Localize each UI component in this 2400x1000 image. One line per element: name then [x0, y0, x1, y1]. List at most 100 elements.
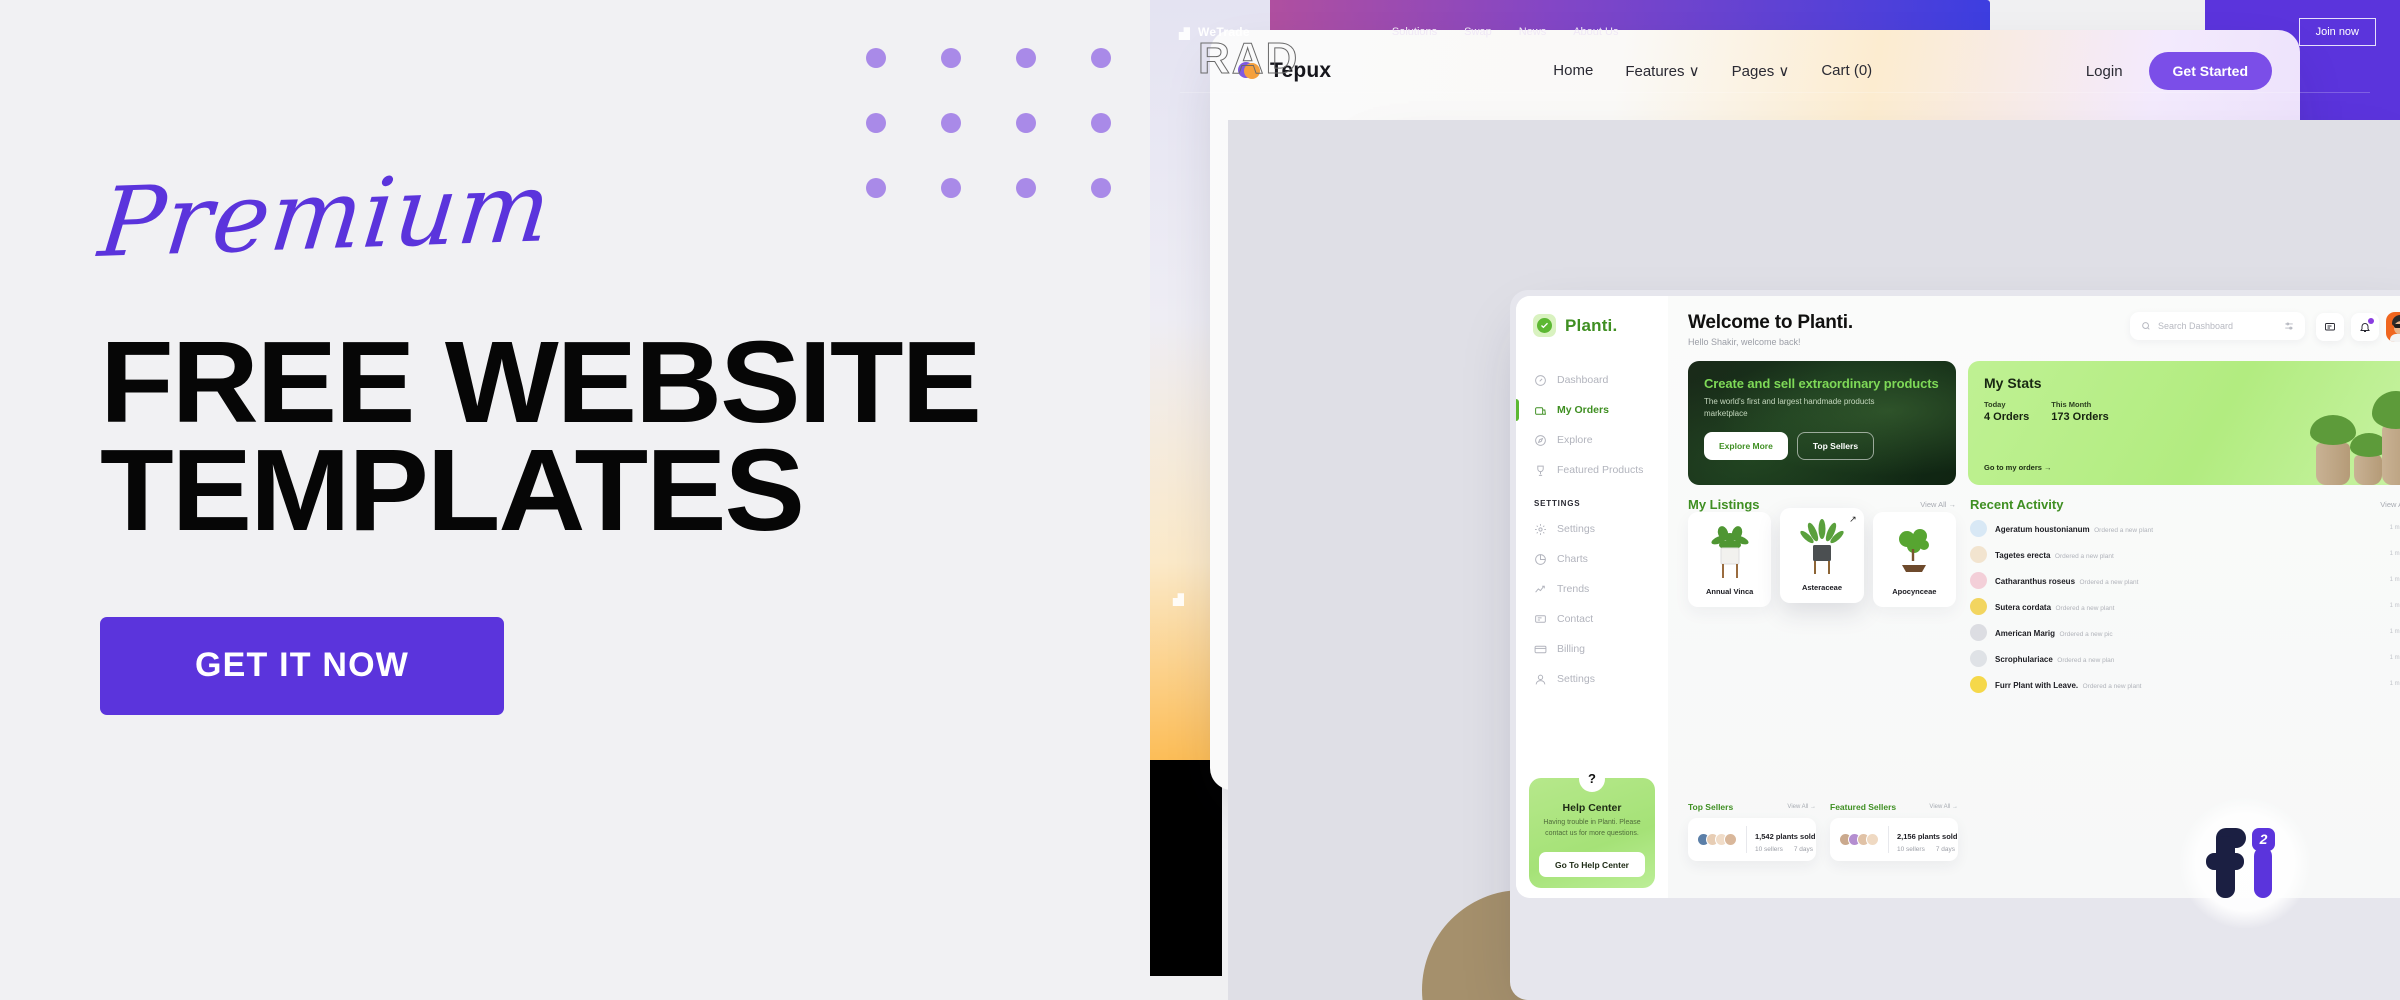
sidebar-item-explore[interactable]: Explore — [1516, 425, 1668, 455]
list-item[interactable]: American Marig Ordered a new pic 1 min a… — [1970, 619, 2400, 645]
activity-time: 1 min ago — [2389, 525, 2400, 531]
sidebar-item-settings[interactable]: Settings — [1516, 514, 1668, 544]
activity-text: Furr Plant with Leave. Ordered a new pla… — [1995, 675, 2142, 693]
explore-more-button[interactable]: Explore More — [1704, 432, 1788, 460]
notification-badge — [2368, 318, 2374, 324]
search-input[interactable]: Search Dashboard — [2130, 312, 2305, 340]
dot-grid-decoration — [866, 48, 1166, 243]
planti-brand[interactable]: Planti. — [1516, 314, 1668, 337]
planti-topbar-actions — [2316, 312, 2400, 342]
top-sellers-view-all[interactable]: View All → — [1787, 804, 1816, 810]
sidebar-item-trends[interactable]: Trends — [1516, 574, 1668, 604]
wetrade-nav: Solutions Swap News About Us — [1392, 26, 1619, 38]
sidebar-item-account-settings[interactable]: Settings — [1516, 664, 1668, 694]
tepux-login-link[interactable]: Login — [2086, 63, 2123, 80]
fi-letter-f-icon — [2206, 828, 2248, 898]
featured-sellers-view-all[interactable]: View All → — [1929, 804, 1958, 810]
list-item[interactable]: Scrophulariace Ordered a new plan 1 min … — [1970, 645, 2400, 671]
seller-avatar-stack — [1697, 833, 1737, 846]
sidebar-item-contact[interactable]: Contact — [1516, 604, 1668, 634]
dot — [1091, 48, 1111, 68]
user-icon — [1535, 674, 1546, 684]
activity-time: 1 min ago — [2389, 603, 2400, 609]
compass-icon — [1535, 434, 1546, 446]
list-item[interactable]: Ageratum houstonianum Ordered a new plan… — [1970, 515, 2400, 541]
sidebar-item-charts[interactable]: Charts — [1516, 544, 1668, 574]
list-item[interactable]: Furr Plant with Leave. Ordered a new pla… — [1970, 671, 2400, 697]
activity-action: Ordered a new plant — [2082, 683, 2142, 690]
plant-pot-decor-2 — [2354, 455, 2382, 485]
avatar[interactable] — [2386, 312, 2400, 342]
filter-icon[interactable] — [2284, 321, 2294, 331]
dot — [866, 178, 886, 198]
featured-sellers-title: Featured Sellers — [1830, 802, 1897, 812]
listings-grid: Annual Vinca ↗ Asteraceae Apocynceae — [1688, 508, 1956, 607]
wetrade-nav-news[interactable]: News — [1519, 26, 1547, 38]
sidebar-item-my-orders[interactable]: My Orders — [1516, 395, 1668, 425]
bag-icon — [1535, 406, 1546, 415]
listing-card[interactable]: Annual Vinca — [1688, 512, 1772, 607]
dot — [1016, 178, 1036, 198]
planti-brand-name: Planti. — [1565, 315, 1618, 335]
wetrade-nav-about[interactable]: About Us — [1573, 26, 1618, 38]
activity-name: Scrophulariace — [1995, 655, 2053, 664]
stats-month: This Month 173 Orders — [2051, 400, 2108, 423]
help-center-card: ? Help Center Having trouble in Planti. … — [1529, 766, 1655, 888]
activity-action: Ordered a new pic — [2059, 631, 2113, 638]
planti-welcome-block: Welcome to Planti. Hello Shakir, welcome… — [1688, 312, 1853, 347]
list-item[interactable]: Catharanthus roseus Ordered a new plant … — [1970, 567, 2400, 593]
messages-button[interactable] — [2316, 313, 2344, 341]
list-item[interactable]: Sutera cordata Ordered a new plant 1 min… — [1970, 593, 2400, 619]
activity-name: Sutera cordata — [1995, 603, 2052, 612]
rad-outline-text: RAD — [1197, 34, 1300, 84]
sidebar-item-dashboard[interactable]: Dashboard — [1516, 365, 1668, 395]
banner-title: Create and sell extraordinary products — [1704, 376, 1939, 391]
listings-view-all[interactable]: View All → — [1920, 500, 1956, 509]
plant-illustration-icon — [1800, 519, 1844, 574]
top-sellers-card[interactable]: 1,542 plants sold 10 sellers 7 days — [1688, 818, 1816, 861]
activity-time: 1 min ago — [2389, 655, 2400, 661]
promo-banner-card: Create and sell extraordinary products T… — [1688, 361, 1956, 485]
sidebar-label-billing: Billing — [1557, 643, 1586, 655]
poster-canvas: Tepux Home Features ∨ Pages ∨ Cart (0) L… — [0, 0, 2400, 1000]
dot — [1091, 178, 1111, 198]
plant-image — [1878, 521, 1951, 581]
go-to-my-orders-link[interactable]: Go to my orders → — [1984, 463, 2052, 472]
banner-subtitle: The world's first and largest handmade p… — [1704, 397, 1875, 418]
planti-sidebar: Planti. Dashboard My Orders Explore Feat… — [1516, 296, 1668, 898]
stats-today-label: Today — [1984, 400, 2006, 409]
tepux-nav-features[interactable]: Features ∨ — [1625, 62, 1699, 80]
get-it-now-button[interactable]: GET IT NOW — [100, 616, 504, 715]
chat-icon — [1535, 614, 1546, 623]
go-to-help-center-button[interactable]: Go To Help Center — [1539, 852, 1645, 877]
activity-action: Ordered a new plant — [2054, 553, 2114, 560]
dot — [866, 48, 886, 68]
wetrade-divider — [1180, 92, 2370, 93]
open-listing-arrow-icon[interactable]: ↗ — [1849, 514, 1857, 525]
plant-image — [1693, 521, 1766, 581]
tepux-nav-cart[interactable]: Cart (0) — [1821, 62, 1872, 80]
sidebar-item-featured-products[interactable]: Featured Products — [1516, 455, 1668, 485]
trend-up-icon — [1535, 585, 1545, 593]
wetrade-join-button[interactable]: Join now — [2298, 18, 2376, 46]
tepux-nav-home[interactable]: Home — [1553, 62, 1593, 80]
stats-month-label: This Month — [2051, 400, 2092, 409]
list-item[interactable]: Tagetes erecta Ordered a new plant 1 min… — [1970, 541, 2400, 567]
notifications-button[interactable] — [2351, 313, 2379, 341]
plant-illustration-icon — [1899, 529, 1930, 572]
card-icon — [1534, 645, 1547, 653]
planti-topbar: Welcome to Planti. Hello Shakir, welcome… — [1688, 312, 2400, 347]
avatar — [1970, 519, 1987, 537]
planti-hero-row: Create and sell extraordinary products T… — [1688, 361, 2400, 485]
wetrade-nav-solutions[interactable]: Solutions — [1392, 26, 1437, 38]
activity-view-all[interactable]: View All → — [2380, 500, 2400, 509]
activity-list: Ageratum houstonianum Ordered a new plan… — [1970, 515, 2400, 697]
top-sellers-button[interactable]: Top Sellers — [1796, 432, 1875, 460]
listing-card[interactable]: ↗ Asteraceae — [1780, 508, 1864, 603]
wetrade-nav-swap[interactable]: Swap — [1464, 26, 1492, 38]
top-sellers-header: Top Sellers View All → — [1688, 802, 1816, 812]
sidebar-item-billing[interactable]: Billing — [1516, 634, 1668, 664]
tepux-nav-pages[interactable]: Pages ∨ — [1732, 62, 1790, 80]
featured-sellers-card[interactable]: 2,156 plants sold 10 sellers 7 days — [1830, 818, 1958, 861]
listing-card[interactable]: Apocynceae — [1872, 512, 1956, 607]
